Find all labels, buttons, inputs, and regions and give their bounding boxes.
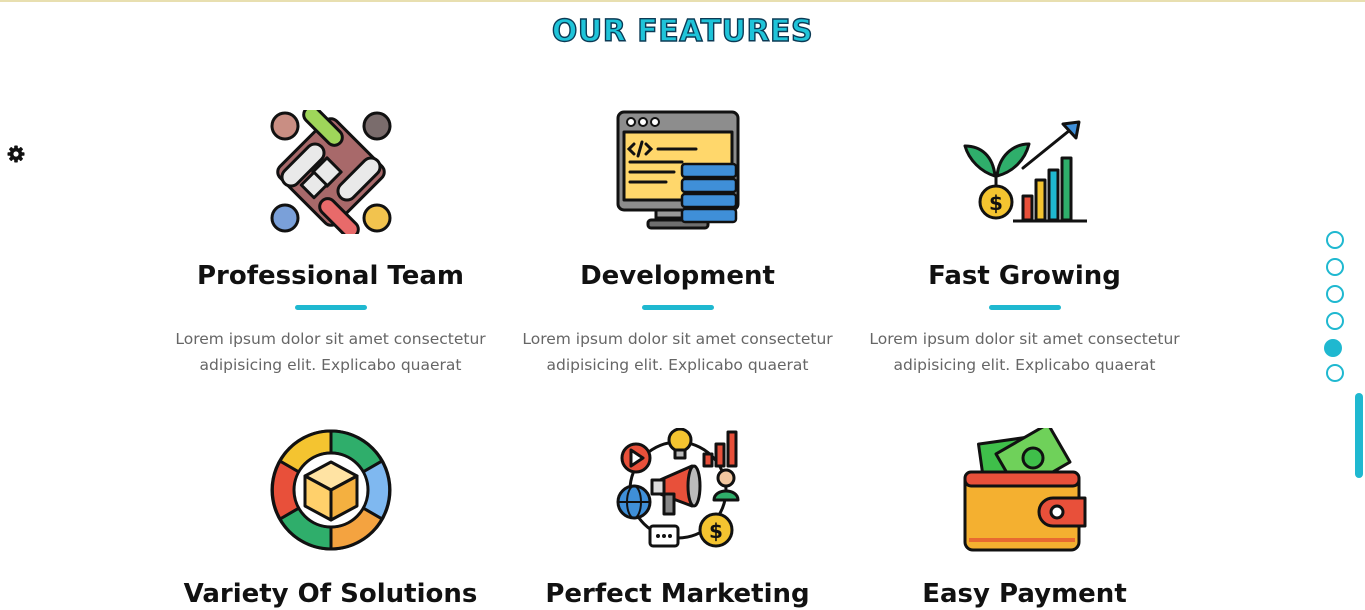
top-border	[0, 0, 1365, 2]
feature-card-perfect-marketing: $ Perfect Marketing	[504, 428, 851, 609]
gear-icon[interactable]	[6, 144, 26, 164]
title-underline	[294, 305, 367, 310]
feature-title: Development	[580, 261, 775, 291]
title-underline	[641, 305, 714, 310]
nav-dot-6[interactable]	[1326, 364, 1344, 382]
feature-description: Lorem ipsum dolor sit amet consectetur ad…	[522, 330, 833, 374]
feature-title: Fast Growing	[928, 261, 1121, 291]
nav-dot-1[interactable]	[1326, 231, 1344, 249]
feature-title: Perfect Marketing	[545, 579, 810, 609]
feature-description: Lorem ipsum dolor sit amet consectetur ad…	[175, 330, 486, 374]
feature-card-fast-growing: $ Fast Growing Lorem ipsum dolor sit ame…	[851, 110, 1198, 378]
title-underline	[988, 305, 1061, 310]
svg-text:$: $	[989, 191, 1003, 215]
nav-dot-2[interactable]	[1326, 258, 1344, 276]
section-title: OUR FEATURES	[551, 13, 814, 49]
wallet-money-icon	[963, 428, 1086, 552]
nav-dot-5-active[interactable]	[1324, 339, 1342, 357]
marketing-network-icon: $	[616, 428, 739, 548]
scrollbar-thumb[interactable]	[1355, 393, 1363, 478]
feature-card-professional-team: Professional Team Lorem ipsum dolor sit …	[157, 110, 504, 378]
feature-title: Easy Payment	[922, 579, 1127, 609]
feature-title: Professional Team	[197, 261, 464, 291]
code-monitor-icon	[616, 110, 739, 230]
feature-description: Lorem ipsum dolor sit amet consectetur ad…	[869, 330, 1180, 374]
feature-card-variety-of-solutions: Variety Of Solutions	[157, 428, 504, 609]
section-nav-dots	[1324, 231, 1344, 391]
team-handshake-icon	[270, 110, 391, 234]
feature-card-easy-payment: Easy Payment	[851, 428, 1198, 609]
nav-dot-3[interactable]	[1326, 285, 1344, 303]
nav-dot-4[interactable]	[1326, 312, 1344, 330]
growth-chart-icon: $	[963, 120, 1087, 223]
solutions-box-icon	[270, 429, 391, 551]
feature-card-development: Development Lorem ipsum dolor sit amet c…	[504, 110, 851, 378]
svg-text:$: $	[709, 519, 723, 543]
feature-title: Variety Of Solutions	[183, 579, 478, 609]
